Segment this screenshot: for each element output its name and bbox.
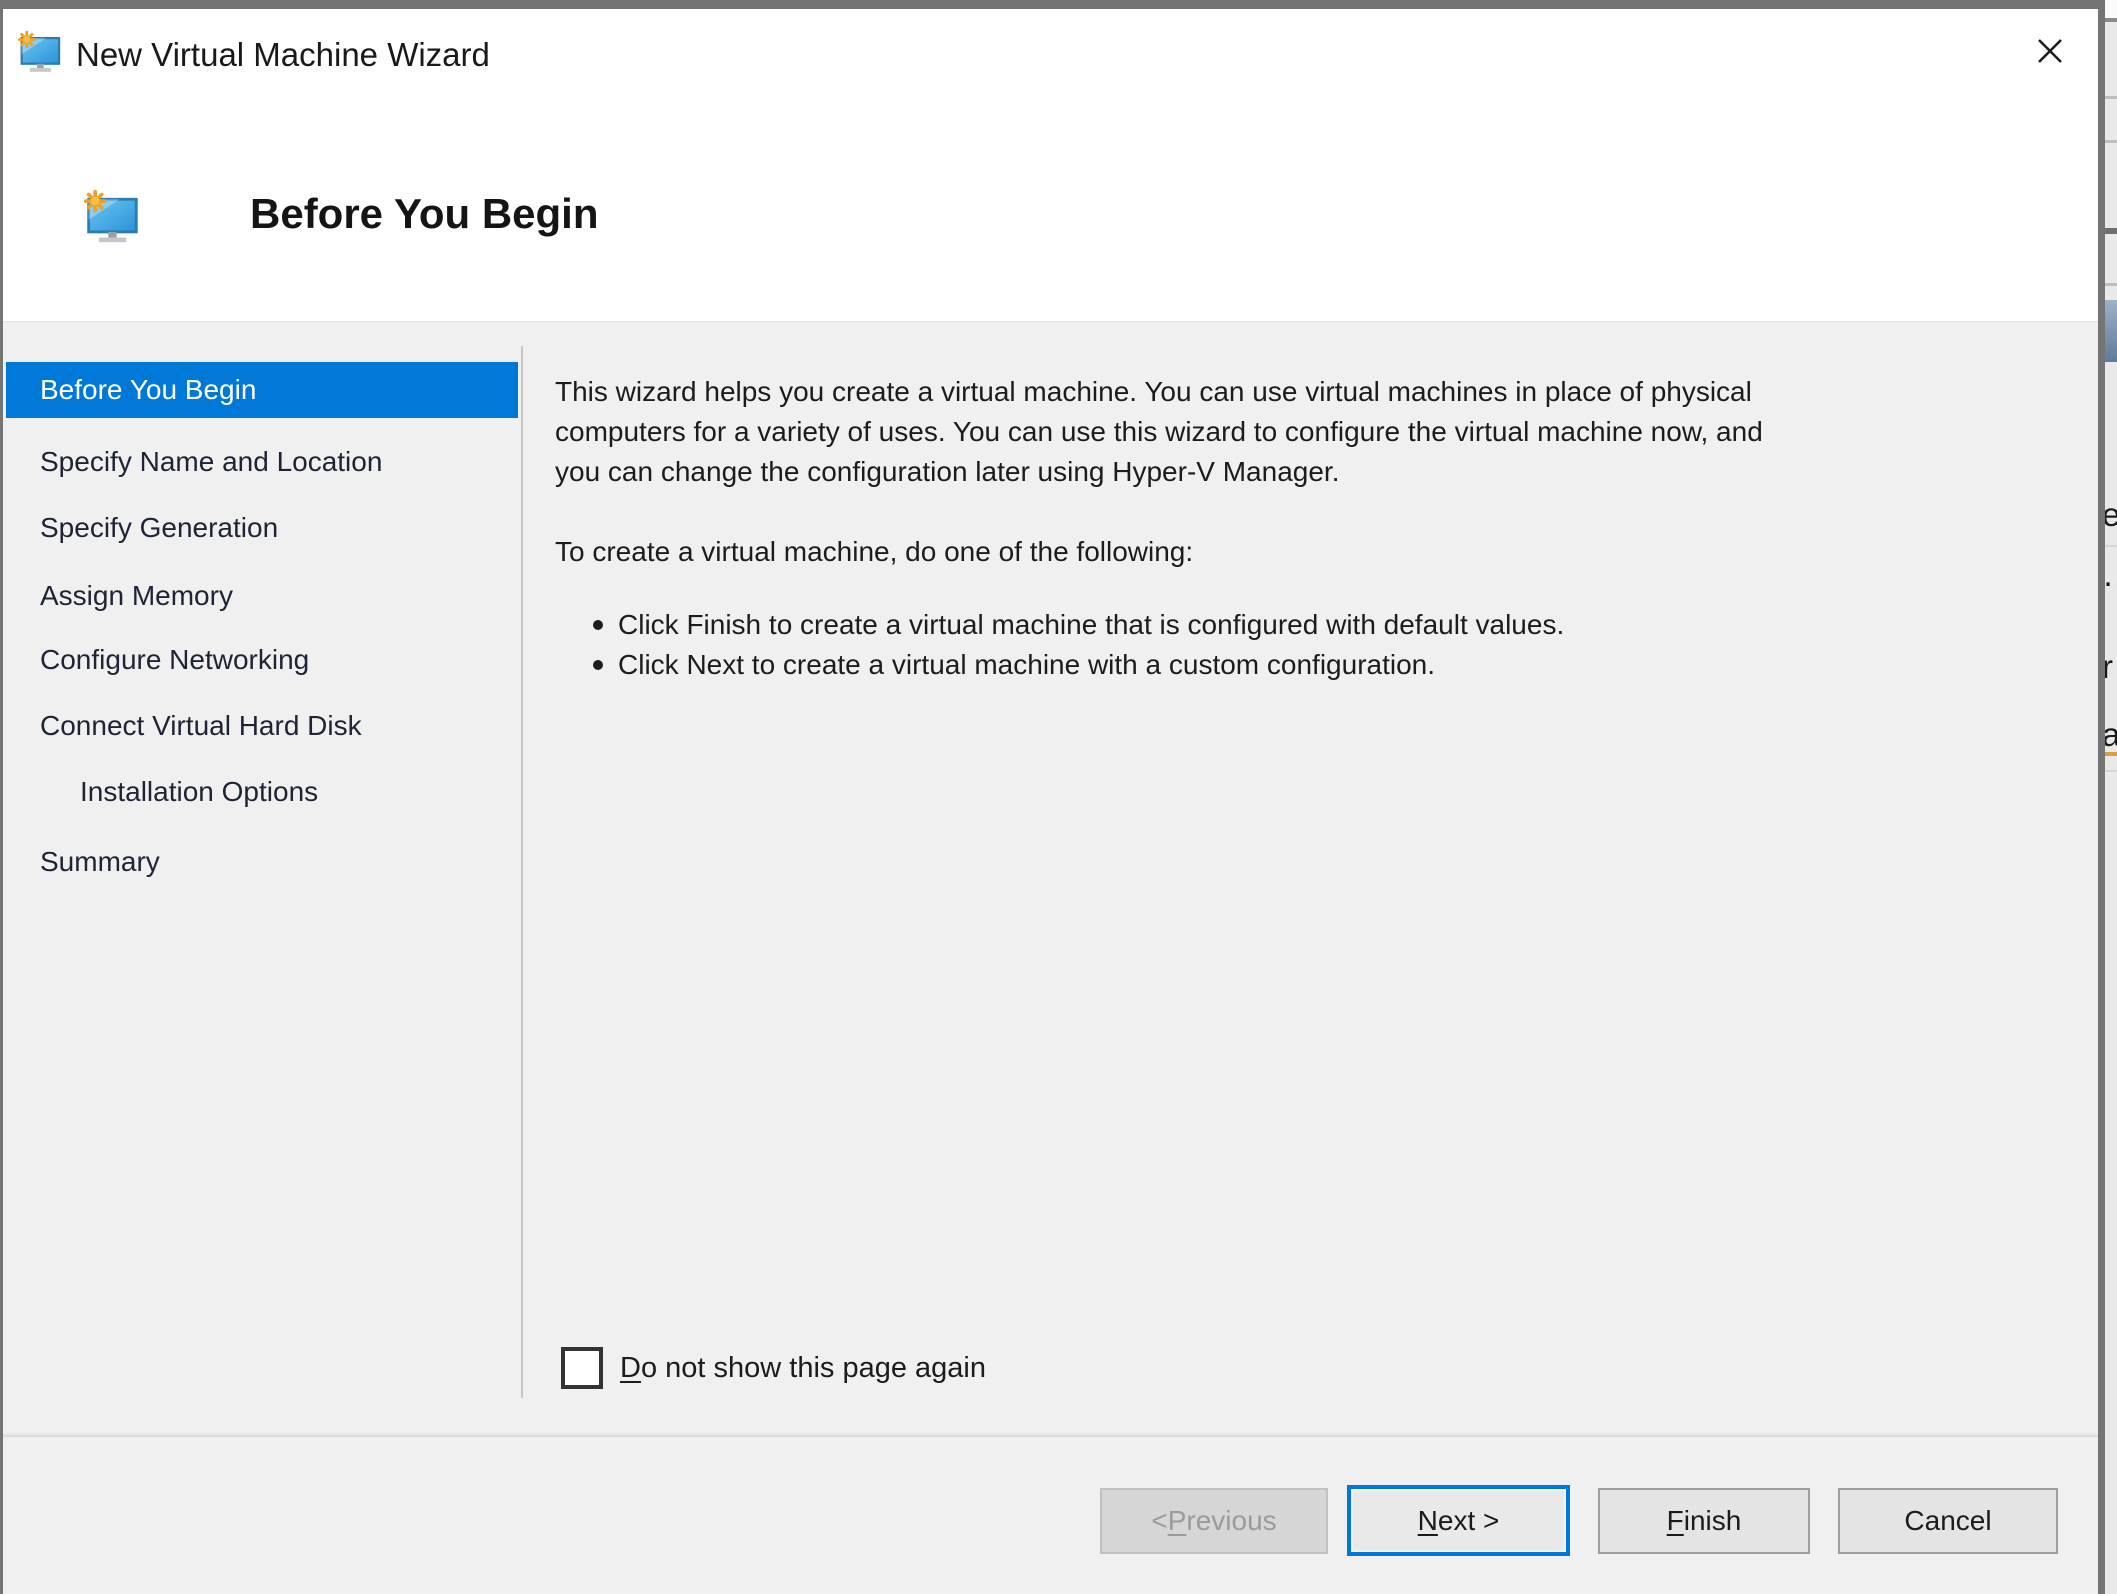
page-title: Before You Begin — [250, 190, 599, 237]
button-text: Cancel — [1904, 1505, 1992, 1536]
close-icon — [2038, 39, 2062, 63]
sidebar-step-before-you-begin[interactable]: Before You Begin — [6, 362, 518, 418]
button-text: inish — [1683, 1505, 1742, 1536]
background-text-fragment: e — [2105, 496, 2117, 533]
background-text-fragment: r — [2105, 648, 2113, 685]
next-button[interactable]: Next > — [1347, 1485, 1570, 1556]
background-window-strip: e … r a — [2105, 0, 2117, 1594]
intro-line: you can change the configuration later u… — [555, 456, 1340, 487]
sidebar-divider — [521, 346, 523, 1398]
background-fragment — [2105, 228, 2117, 234]
vm-monitor-icon — [84, 186, 140, 248]
background-fragment — [2105, 0, 2117, 18]
sidebar-step-specify-name-and-location[interactable]: Specify Name and Location — [40, 444, 382, 480]
step-label: Before You Begin — [40, 374, 257, 405]
do-not-show-again-label[interactable]: Do not show this page again — [620, 1352, 986, 1385]
intro-line: computers for a variety of uses. You can… — [555, 416, 1763, 447]
dialog-border-right — [2098, 9, 2105, 1594]
background-fragment — [2105, 545, 2117, 547]
sidebar-step-configure-networking[interactable]: Configure Networking — [40, 642, 309, 678]
button-accesskey: F — [1666, 1505, 1684, 1536]
button-text: ext > — [1437, 1504, 1500, 1536]
button-text: revious — [1186, 1505, 1277, 1536]
sidebar-step-installation-options[interactable]: Installation Options — [80, 774, 318, 810]
button-accesskey: N — [1417, 1504, 1438, 1536]
window-title: New Virtual Machine Wizard — [76, 36, 490, 73]
bullet-item: Click Finish to create a virtual machine… — [593, 605, 1993, 645]
sidebar-step-summary[interactable]: Summary — [40, 844, 160, 880]
background-fragment — [2105, 18, 2117, 22]
sidebar-step-assign-memory[interactable]: Assign Memory — [40, 578, 233, 614]
background-fragment — [2105, 283, 2117, 286]
background-text-fragment: a — [2105, 716, 2117, 753]
bullet-list: Click Finish to create a virtual machine… — [593, 605, 1993, 685]
instruction-text: To create a virtual machine, do one of t… — [555, 536, 1194, 567]
previous-button[interactable]: < Previous — [1100, 1488, 1328, 1554]
screen: { "window": { "title": "New Virtual Mach… — [0, 0, 2117, 1594]
sidebar-step-connect-virtual-hard-disk[interactable]: Connect Virtual Hard Disk — [40, 708, 362, 744]
intro-paragraph: This wizard helps you create a virtual m… — [555, 372, 2035, 492]
do-not-show-again-row: Do not show this page again — [561, 1347, 986, 1389]
button-accesskey: P — [1167, 1505, 1187, 1536]
checkbox-label-rest: o not show this page again — [640, 1351, 986, 1384]
cancel-button[interactable]: Cancel — [1838, 1488, 2058, 1554]
background-fragment — [2105, 140, 2117, 143]
bullet-item: Click Next to create a virtual machine w… — [593, 645, 1993, 685]
background-fragment — [2105, 300, 2117, 362]
sidebar-step-specify-generation[interactable]: Specify Generation — [40, 510, 278, 546]
vm-monitor-icon — [18, 29, 62, 75]
bullet-text: Click Next to create a virtual machine w… — [618, 649, 1436, 680]
bullet-text: Click Finish to create a virtual machine… — [618, 609, 1565, 640]
do-not-show-again-checkbox[interactable] — [561, 1347, 603, 1389]
close-button[interactable] — [2020, 24, 2080, 78]
background-fragment — [2105, 96, 2117, 99]
dialog-border-top — [0, 0, 2105, 9]
button-text: < — [1151, 1505, 1168, 1536]
background-text-fragment: … — [2105, 556, 2117, 594]
background-fragment — [2105, 770, 2117, 772]
intro-line: This wizard helps you create a virtual m… — [555, 376, 1752, 407]
checkbox-accesskey: D — [620, 1351, 641, 1384]
finish-button[interactable]: Finish — [1598, 1488, 1810, 1554]
